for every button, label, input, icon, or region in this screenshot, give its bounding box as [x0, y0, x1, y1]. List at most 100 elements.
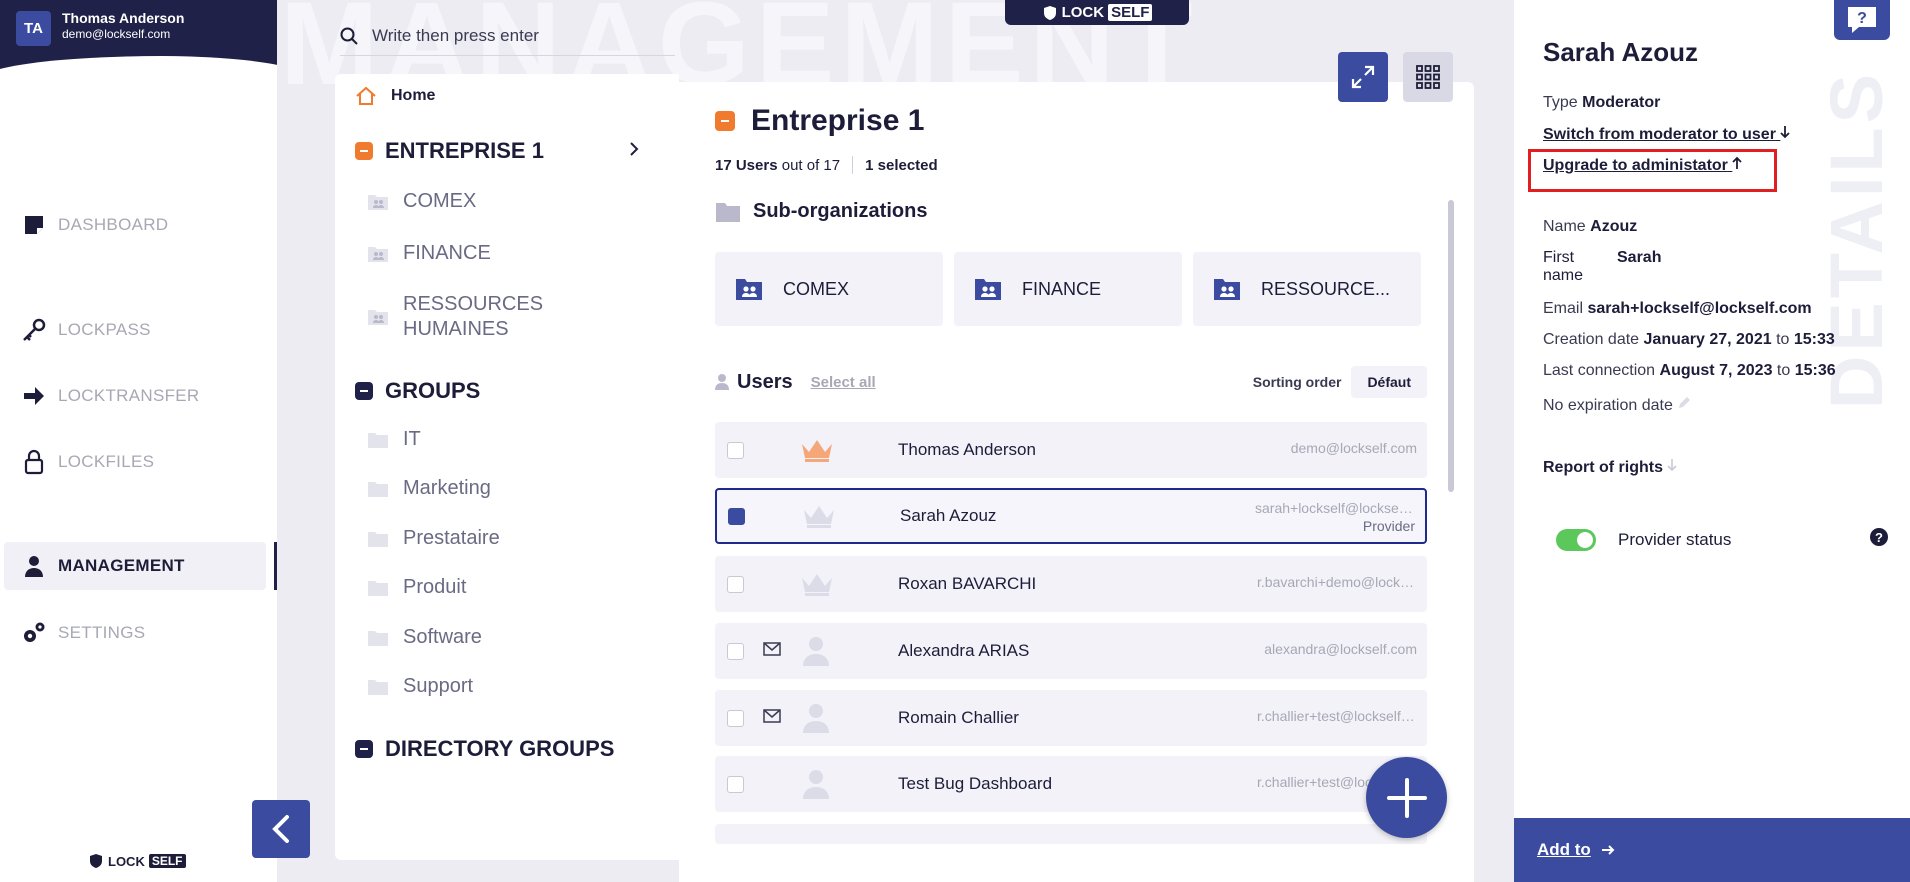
- dashboard-icon: [20, 211, 48, 239]
- details-user-name: Sarah Azouz: [1543, 37, 1699, 67]
- tree-home-link[interactable]: Home: [355, 86, 435, 106]
- nav-item-settings[interactable]: SETTINGS: [4, 609, 266, 657]
- user-name: Thomas Anderson: [898, 440, 1036, 459]
- search-input[interactable]: [372, 25, 652, 46]
- arrow-down-icon: [1667, 459, 1678, 472]
- pencil-icon[interactable]: [1677, 396, 1691, 410]
- tree-group-prestataire[interactable]: Prestataire: [367, 526, 500, 551]
- collapse-sidebar-button[interactable]: [252, 800, 310, 858]
- tree-entreprise-label: ENTREPRISE 1: [385, 138, 544, 163]
- tree-item-comex[interactable]: COMEX: [367, 189, 476, 214]
- user-email: r.bavarchi+demo@lockself.com: [1257, 574, 1417, 590]
- row-checkbox[interactable]: [727, 442, 744, 459]
- user-name: Alexandra ARIAS: [898, 641, 1030, 660]
- key-icon: [20, 316, 48, 344]
- user-row-thomas-anderson[interactable]: Thomas Anderson demo@lockself.com: [715, 422, 1427, 478]
- row-checkbox[interactable]: [728, 508, 745, 525]
- tree-home-label: Home: [391, 87, 436, 104]
- firstname-value: Sarah: [1617, 249, 1662, 266]
- user-name: Romain Challier: [898, 708, 1019, 727]
- chevron-left-icon: [272, 815, 289, 843]
- user-counts: 17 Users out of 17 1 selected: [715, 156, 938, 174]
- tree-group-support[interactable]: Support: [367, 674, 473, 699]
- tree-group-software[interactable]: Software: [367, 625, 482, 650]
- tree-item-ressources-humaines[interactable]: RESSOURCES HUMAINES: [367, 292, 547, 342]
- top-brand-lock: LOCK: [1061, 4, 1105, 21]
- tree-item-label: FINANCE: [403, 242, 491, 264]
- avatar[interactable]: TA: [16, 11, 51, 46]
- toggle-knob: [1577, 532, 1593, 548]
- help-question-icon[interactable]: ?: [1870, 528, 1888, 546]
- add-to-label: Add to: [1537, 840, 1591, 859]
- user-row-roxan-bavarchi[interactable]: Roxan BAVARCHI r.bavarchi+demo@lockself.…: [715, 556, 1427, 612]
- row-checkbox[interactable]: [727, 643, 744, 660]
- provider-status-toggle[interactable]: [1556, 529, 1596, 551]
- suborg-card-ressources[interactable]: RESSOURCE...: [1193, 252, 1421, 326]
- page-title: Entreprise 1: [715, 104, 924, 138]
- user-name: Roxan BAVARCHI: [898, 574, 1037, 593]
- nav-item-locktransfer[interactable]: LOCKTRANSFER: [4, 372, 266, 420]
- brand-shield-icon: [90, 854, 102, 868]
- row-checkbox[interactable]: [727, 576, 744, 593]
- collapse-dark-icon[interactable]: [355, 382, 373, 400]
- lastname-value: Azouz: [1590, 218, 1638, 235]
- tree-group-it[interactable]: IT: [367, 427, 421, 452]
- add-to-button[interactable]: Add to: [1514, 818, 1910, 882]
- row-checkbox[interactable]: [727, 710, 744, 727]
- nav-label-dashboard: DASHBOARD: [58, 215, 169, 234]
- nav-item-lockfiles[interactable]: LOCKFILES: [4, 438, 266, 486]
- nav-item-lockpass[interactable]: LOCKPASS: [4, 306, 266, 354]
- tree-entreprise[interactable]: ENTREPRISE 1: [355, 138, 659, 164]
- user-row-sarah-azouz[interactable]: Sarah Azouz sarah+lockself@lockself.com …: [715, 488, 1427, 544]
- tree-group-produit[interactable]: Produit: [367, 575, 466, 600]
- help-chat-icon: ?: [1848, 7, 1876, 33]
- suborg-card-label: RESSOURCE...: [1261, 278, 1391, 299]
- users-count: 17 Users: [715, 156, 778, 174]
- nav-item-management[interactable]: MANAGEMENT: [4, 542, 266, 590]
- organization-tree: Home ENTREPRISE 1 COMEX FINANCE RESSOURC…: [335, 74, 679, 860]
- entity-orange-icon: [715, 111, 735, 131]
- user-header[interactable]: TA Thomas Anderson demo@lockself.com: [0, 0, 277, 80]
- add-user-fab[interactable]: [1366, 757, 1447, 838]
- expand-button[interactable]: [1338, 52, 1388, 102]
- users-scrollbar[interactable]: [1448, 200, 1454, 492]
- tree-group-marketing[interactable]: Marketing: [367, 476, 491, 501]
- search-bar[interactable]: [340, 16, 675, 56]
- details-email: Email sarah+lockself@lockself.com: [1543, 300, 1812, 318]
- bottom-brand-logo: LOCK SELF: [88, 852, 186, 870]
- suborganizations-title: Sub-organizations: [753, 200, 928, 222]
- search-icon: [340, 27, 358, 45]
- help-button[interactable]: ?: [1834, 0, 1890, 40]
- suborg-card-finance[interactable]: FINANCE: [954, 252, 1182, 326]
- user-email: r.challier+test@lockself.com: [1257, 708, 1417, 724]
- creation-label: Creation date: [1543, 331, 1640, 348]
- provider-status-label: Provider status: [1618, 530, 1732, 549]
- sorting-order-dropdown[interactable]: Défaut: [1351, 366, 1427, 398]
- tree-item-finance[interactable]: FINANCE: [367, 241, 491, 266]
- collapse-orange-icon[interactable]: [355, 142, 373, 160]
- grid-view-button[interactable]: [1403, 52, 1453, 102]
- nav-label-lockpass: LOCKPASS: [58, 320, 151, 339]
- chevron-right-icon[interactable]: [629, 141, 639, 162]
- user-row-alexandra-arias[interactable]: Alexandra ARIAS alexandra@lockself.com: [715, 623, 1427, 679]
- switch-to-user-link[interactable]: Switch from moderator to user: [1543, 125, 1791, 144]
- report-of-rights-link[interactable]: Report of rights: [1543, 458, 1678, 477]
- tree-groups-label: GROUPS: [385, 378, 481, 403]
- brand-shield-icon: [1043, 5, 1056, 20]
- select-all-link[interactable]: Select all: [811, 374, 876, 391]
- user-row-test-bug-dashboard[interactable]: Test Bug Dashboard r.challier+test@locks…: [715, 756, 1427, 812]
- team-folder-icon: [736, 279, 762, 300]
- user-avatar-icon: [801, 635, 831, 672]
- grid-icon: [1416, 65, 1440, 89]
- row-checkbox[interactable]: [727, 776, 744, 793]
- suborg-card-comex[interactable]: COMEX: [715, 252, 943, 326]
- collapse-dark-icon[interactable]: [355, 740, 373, 758]
- arrow-down-icon: [1780, 126, 1791, 139]
- bottom-brand-self: SELF: [148, 854, 186, 868]
- tree-directory-groups[interactable]: DIRECTORY GROUPS: [355, 736, 614, 762]
- nav-item-dashboard[interactable]: DASHBOARD: [4, 201, 266, 249]
- tree-groups[interactable]: GROUPS: [355, 378, 480, 404]
- folder-icon: [368, 630, 388, 646]
- crown-admin-icon: [799, 436, 835, 469]
- user-row-romain-challier[interactable]: Romain Challier r.challier+test@lockself…: [715, 690, 1427, 746]
